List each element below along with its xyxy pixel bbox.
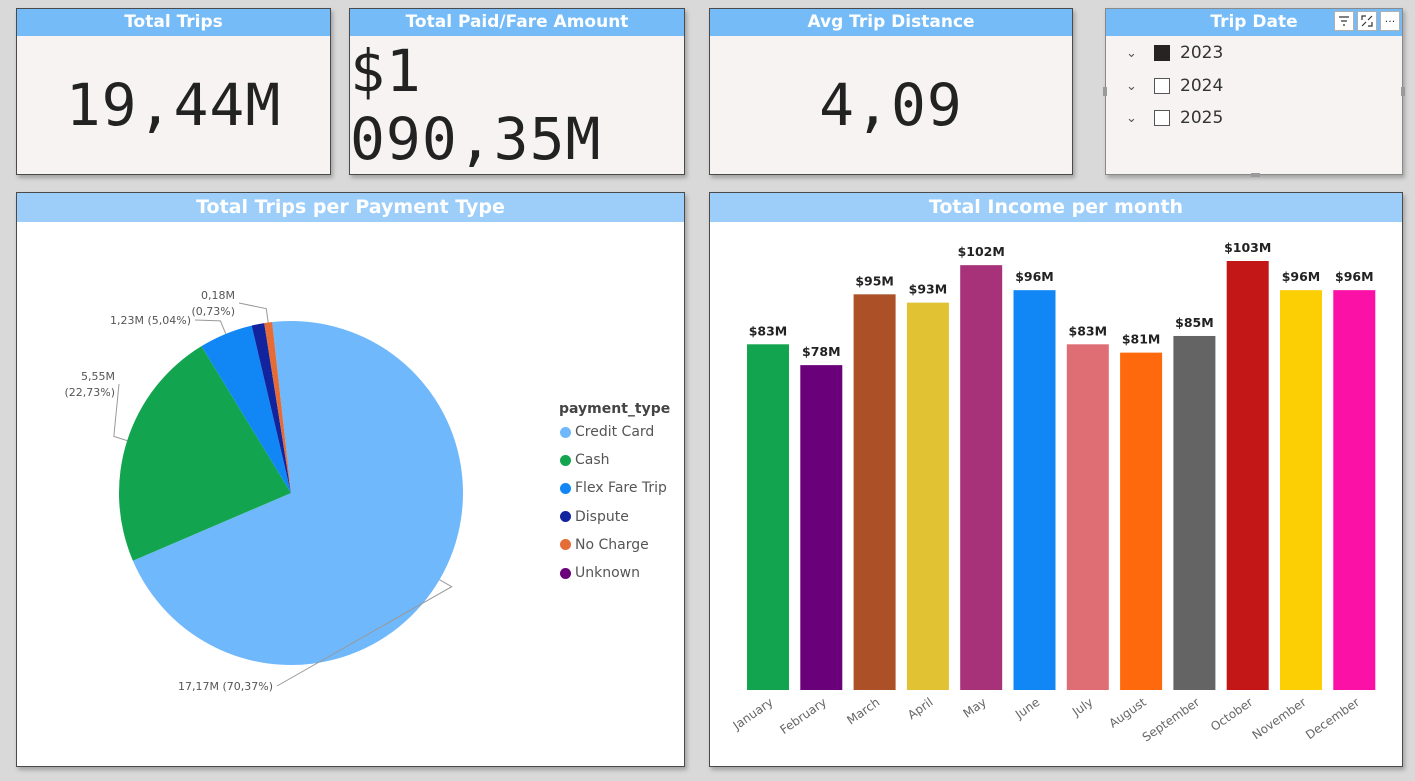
bar-chart-title: Total Income per month [710, 193, 1402, 222]
slicer-item-2025[interactable]: ⌄ 2025 [1126, 105, 1223, 131]
bar-chart: $83M January $78M February $95M March $93M Apri… [730, 240, 1376, 745]
legend-label: Dispute [575, 508, 629, 525]
pie-chart-panel[interactable]: Total Trips per Payment Type 17,17M (70,… [16, 192, 685, 767]
leader-line [113, 383, 128, 442]
bar-january[interactable] [747, 344, 789, 690]
x-tick-label: January [730, 695, 776, 733]
bar-april[interactable] [906, 302, 949, 690]
bar-value-label: $83M [749, 323, 788, 338]
legend-marker [560, 454, 571, 466]
legend-marker [560, 426, 571, 438]
legend-item-unknown[interactable]: Unknown [560, 563, 640, 583]
x-tick-label: February [777, 695, 829, 737]
x-tick-label: August [1106, 695, 1149, 731]
pie-data-label: 1,23M (5,04%) [110, 314, 191, 327]
focus-mode-icon[interactable] [1357, 11, 1377, 31]
kpi-value: 19,44M [65, 71, 282, 139]
kpi-card-avg-trip-distance[interactable]: Avg Trip Distance 4,09 [709, 8, 1073, 175]
kpi-value: $1 090,35M [350, 37, 602, 173]
legend-label: No Charge [575, 536, 649, 553]
legend-label: Credit Card [575, 424, 655, 440]
pie-data-label: 0,18M [201, 289, 235, 302]
kpi-card-total-trips[interactable]: Total Trips 19,44M [16, 8, 331, 175]
bar-value-label: $103M [1224, 240, 1271, 255]
bar-value-label: $93M [909, 282, 948, 297]
bar-december[interactable] [1333, 290, 1376, 690]
trip-date-slicer[interactable]: Trip Date ··· ⌄ 2023 ⌄ 2024 ⌄ 2025 [1103, 8, 1405, 177]
bar-value-label: $96M [1282, 269, 1321, 284]
leader-line [238, 302, 269, 323]
x-tick-label: July [1069, 695, 1096, 719]
slicer-item-2023[interactable]: ⌄ 2023 [1126, 40, 1223, 66]
legend-marker [560, 539, 571, 551]
x-tick-label: April [905, 695, 936, 722]
legend-item-credit-card[interactable]: Credit Card [560, 422, 654, 442]
x-tick-label: October [1208, 695, 1255, 734]
bar-may[interactable] [960, 265, 1003, 690]
bar-september[interactable] [1173, 335, 1216, 690]
legend-label: Cash [575, 452, 610, 469]
bar-value-label: $102M [958, 244, 1005, 259]
legend-item-flex-fare-trip[interactable]: Flex Fare Trip [560, 478, 667, 498]
bar-june[interactable] [1013, 290, 1056, 690]
x-tick-label: June [1012, 695, 1042, 722]
pie-data-label: 5,55M [81, 370, 115, 383]
bar-july[interactable] [1066, 344, 1109, 690]
slicer-item-2024[interactable]: ⌄ 2024 [1126, 73, 1223, 99]
bar-value-label: $95M [855, 273, 894, 288]
checkbox[interactable] [1154, 110, 1170, 126]
resize-handle[interactable] [1103, 87, 1107, 96]
slicer-header-icons: ··· [1334, 11, 1400, 31]
x-tick-label: March [844, 695, 882, 727]
checkbox[interactable] [1154, 45, 1170, 61]
slicer-item-label: 2024 [1180, 76, 1224, 96]
filter-icon[interactable] [1334, 11, 1354, 31]
bar-chart-panel[interactable]: Total Income per month $83M January $78M Fe… [709, 192, 1403, 767]
pie-data-label: (0,73%) [191, 305, 235, 318]
legend-label: Flex Fare Trip [575, 480, 667, 497]
checkbox[interactable] [1154, 78, 1170, 94]
bar-august[interactable] [1120, 352, 1163, 690]
pie-data-label: 17,17M (70,37%) [178, 680, 273, 693]
bar-value-label: $81M [1122, 332, 1161, 347]
leader-line [194, 319, 227, 335]
more-options-icon[interactable]: ··· [1380, 11, 1400, 31]
kpi-title: Total Paid/Fare Amount [350, 9, 684, 36]
kpi-title: Avg Trip Distance [710, 9, 1072, 36]
chevron-down-icon[interactable]: ⌄ [1126, 46, 1148, 61]
bar-value-label: $83M [1069, 323, 1108, 338]
bar-february[interactable] [800, 365, 843, 690]
bar-value-label: $78M [802, 344, 841, 359]
legend-item-cash[interactable]: Cash [560, 450, 610, 470]
pie-chart-title: Total Trips per Payment Type [17, 193, 684, 222]
legend-label: Unknown [575, 565, 640, 581]
legend-item-dispute[interactable]: Dispute [560, 507, 629, 527]
bar-november[interactable] [1280, 290, 1322, 690]
x-tick-label: December [1303, 695, 1362, 742]
chevron-down-icon[interactable]: ⌄ [1126, 79, 1148, 94]
pie-data-label: (22,73%) [64, 386, 115, 399]
legend-item-no-charge[interactable]: No Charge [560, 535, 649, 555]
resize-handle[interactable] [1401, 87, 1405, 96]
bar-october[interactable] [1226, 261, 1269, 690]
x-tick-label: September [1140, 695, 1202, 745]
resize-handle[interactable] [1251, 173, 1260, 177]
chevron-down-icon[interactable]: ⌄ [1126, 111, 1148, 126]
slicer-item-label: 2023 [1180, 43, 1224, 63]
legend-marker [560, 567, 571, 579]
legend-title: payment_type [559, 401, 671, 417]
legend-marker [560, 511, 571, 523]
bar-value-label: $96M [1015, 269, 1054, 284]
bar-value-label: $85M [1175, 315, 1214, 330]
kpi-value: 4,09 [819, 71, 963, 139]
bar-march[interactable] [853, 294, 896, 690]
x-tick-label: May [961, 695, 989, 721]
kpi-title: Total Trips [17, 9, 330, 36]
x-tick-label: November [1250, 695, 1309, 742]
bar-value-label: $96M [1335, 269, 1374, 284]
kpi-card-total-paid-fare[interactable]: Total Paid/Fare Amount $1 090,35M [349, 8, 685, 175]
legend-marker [560, 482, 571, 494]
slicer-item-label: 2025 [1180, 108, 1224, 128]
